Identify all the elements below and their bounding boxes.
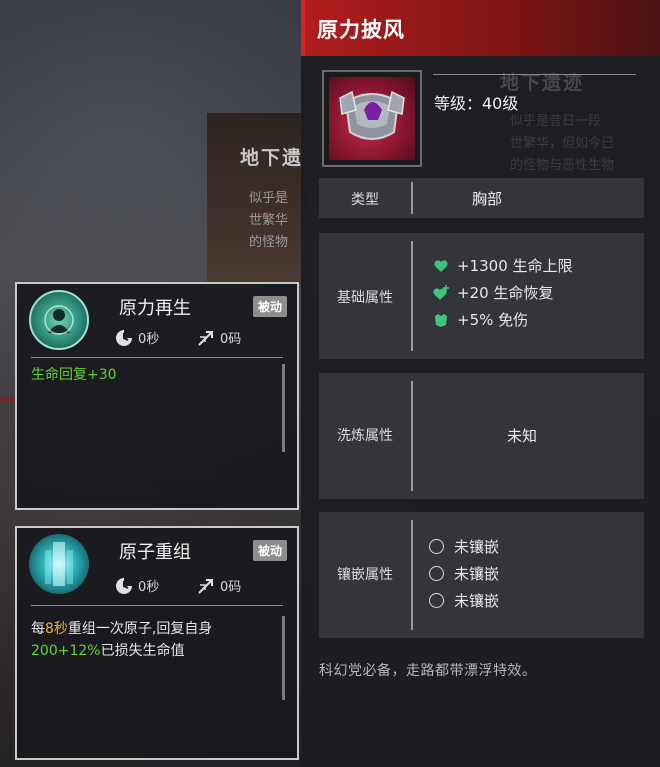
stat-line: +20 生命恢复 bbox=[433, 282, 553, 303]
attr-row-base: 基础属性 +1300 生命上限 +20 生命恢复 +5% 免伤 bbox=[319, 233, 644, 359]
chest-armor-icon bbox=[329, 77, 415, 160]
item-icon-frame[interactable] bbox=[322, 70, 422, 167]
desc-interval: 8秒 bbox=[45, 621, 68, 637]
background-ghost-text: 似乎是昔日一段 bbox=[510, 114, 602, 129]
skill-name: 原力再生 bbox=[119, 298, 191, 319]
heart-plus-icon bbox=[433, 284, 449, 300]
item-level: 等级：40级 bbox=[434, 94, 519, 113]
background-location-text: 似乎是 bbox=[249, 191, 289, 206]
desc-text: 已损失生命值 bbox=[100, 643, 185, 659]
range-value: 0码 bbox=[220, 332, 242, 347]
range-icon bbox=[198, 330, 213, 346]
stat-text: +5% 免伤 bbox=[457, 311, 529, 329]
cooldown-stat: 0秒 bbox=[115, 328, 159, 347]
heart-icon bbox=[434, 259, 448, 272]
attr-row-type: 类型 胸部 bbox=[319, 178, 644, 218]
skill-card-atom-reorganize[interactable]: 原子重组 被动 0秒 0码 每8秒重组一次原子,回复自身 200+12%已损失生… bbox=[15, 526, 299, 760]
attr-label: 洗炼属性 bbox=[337, 428, 393, 444]
attr-label: 镶嵌属性 bbox=[337, 567, 393, 583]
skill-effect-line-1: 每8秒重组一次原子,回复自身 bbox=[31, 618, 283, 640]
armor-icon bbox=[435, 313, 447, 327]
item-title: 原力披风 bbox=[317, 18, 405, 42]
stat-line: +5% 免伤 bbox=[433, 309, 528, 330]
background-ghost-text: 世繁华，但如今已 bbox=[510, 136, 615, 151]
attr-label: 基础属性 bbox=[337, 290, 393, 306]
attr-separator bbox=[411, 520, 413, 630]
item-tooltip-panel: 原力披风 地下遗迹 似乎是昔日一段 世繁华，但如今已 的怪物与恶性生物 等级：4… bbox=[301, 0, 660, 767]
attr-value: 未知 bbox=[507, 427, 538, 445]
range-stat: 0码 bbox=[197, 328, 241, 347]
regen-skill-icon bbox=[29, 290, 89, 350]
background-location-title: 地下遗 bbox=[240, 147, 304, 169]
skill-description: 每8秒重组一次原子,回复自身 200+12%已损失生命值 bbox=[17, 606, 297, 700]
desc-text: 每 bbox=[31, 621, 45, 637]
cooldown-value: 0秒 bbox=[138, 332, 160, 347]
attr-value: 胸部 bbox=[472, 190, 503, 208]
cooldown-icon bbox=[116, 577, 132, 594]
socket-slot[interactable]: 未镶嵌 bbox=[429, 590, 499, 611]
attr-separator bbox=[411, 182, 413, 214]
background-location-text: 的怪物 bbox=[249, 235, 289, 250]
cooldown-stat: 0秒 bbox=[115, 576, 159, 595]
socket-label: 未镶嵌 bbox=[454, 592, 500, 610]
cooldown-icon bbox=[116, 329, 132, 346]
background-ghost-text: 的怪物与恶性生物 bbox=[510, 158, 615, 173]
skill-header: 原子重组 被动 0秒 0码 bbox=[29, 528, 287, 606]
description-scrollbar[interactable] bbox=[282, 364, 285, 452]
attr-row-socket: 镶嵌属性 未镶嵌 未镶嵌 未镶嵌 bbox=[319, 512, 644, 638]
description-scrollbar[interactable] bbox=[282, 616, 285, 700]
item-header: 原力披风 bbox=[301, 0, 660, 56]
socket-label: 未镶嵌 bbox=[454, 565, 500, 583]
cooldown-value: 0秒 bbox=[138, 580, 160, 595]
socket-slot[interactable]: 未镶嵌 bbox=[429, 536, 499, 557]
skill-effect-line-2: 200+12%已损失生命值 bbox=[31, 640, 283, 662]
socket-slot[interactable]: 未镶嵌 bbox=[429, 563, 499, 584]
skill-header: 原力再生 被动 0秒 0码 bbox=[29, 284, 287, 358]
skill-card-force-regen[interactable]: 原力再生 被动 0秒 0码 生命回复+30 bbox=[15, 282, 299, 510]
attr-separator bbox=[411, 241, 413, 351]
atom-skill-icon bbox=[29, 534, 89, 594]
stat-text: +1300 生命上限 bbox=[457, 257, 573, 275]
range-value: 0码 bbox=[220, 580, 242, 595]
background-location-text: 世繁华 bbox=[249, 213, 289, 228]
passive-badge: 被动 bbox=[252, 540, 287, 561]
empty-socket-icon bbox=[429, 566, 444, 581]
item-flavor-text: 科幻党必备，走路都带漂浮特效。 bbox=[319, 663, 537, 679]
item-header-divider bbox=[433, 74, 636, 75]
desc-heal-amount: 200+12% bbox=[31, 643, 101, 659]
attr-label: 类型 bbox=[351, 192, 379, 208]
empty-socket-icon bbox=[429, 593, 444, 608]
skill-description: 生命回复+30 bbox=[17, 358, 297, 452]
stat-line: +1300 生命上限 bbox=[433, 255, 573, 276]
attr-row-refine: 洗炼属性 未知 bbox=[319, 373, 644, 499]
range-stat: 0码 bbox=[197, 576, 241, 595]
socket-label: 未镶嵌 bbox=[454, 538, 500, 556]
skill-name: 原子重组 bbox=[119, 542, 191, 563]
passive-badge: 被动 bbox=[252, 296, 287, 317]
range-icon bbox=[198, 578, 213, 594]
stat-text: +20 生命恢复 bbox=[457, 284, 554, 302]
empty-socket-icon bbox=[429, 539, 444, 554]
desc-text: 重组一次原子,回复自身 bbox=[67, 621, 213, 637]
skill-effect-text: 生命回复+30 bbox=[31, 367, 117, 383]
attr-separator bbox=[411, 381, 413, 491]
